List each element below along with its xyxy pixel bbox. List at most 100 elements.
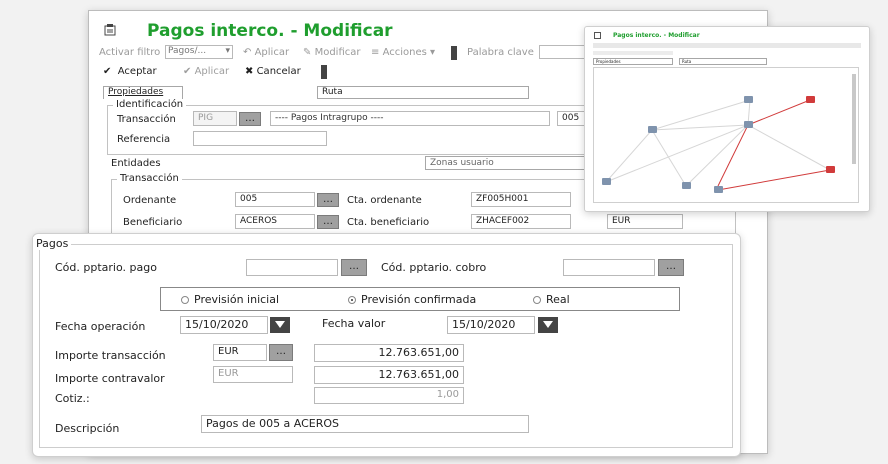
cod-pago-input[interactable] [246, 259, 338, 276]
toolbar-modificar-label: Modificar [314, 47, 361, 58]
fecha-valor-label: Fecha valor [322, 317, 386, 330]
route-node[interactable] [682, 182, 691, 189]
cod-pago-lookup-button[interactable]: … [341, 259, 367, 276]
tab-propiedades[interactable]: Propiedades [103, 86, 183, 99]
cod-pago-label: Cód. pptario. pago [55, 261, 157, 274]
cancelar-label: Cancelar [256, 66, 301, 77]
cta-ordenante-field[interactable]: ZF005H001 [471, 192, 571, 207]
entidades-transaccion-legend: Transacción [117, 173, 182, 184]
fecha-valor-dropdown-button[interactable] [538, 317, 558, 333]
aceptar-label: Aceptar [117, 66, 157, 77]
toolbar-aplicar-label: Aplicar [254, 47, 290, 58]
route-node[interactable] [714, 186, 723, 193]
radio-prevision-confirmada-label: Previsión confirmada [361, 293, 477, 306]
descripcion-input[interactable]: Pagos de 005 a ACEROS [201, 415, 529, 433]
pagos-panel: Pagos Cód. pptario. pago … Cód. pptario.… [32, 233, 741, 457]
tab-entidades[interactable]: Entidades [111, 158, 161, 169]
fecha-valor-input[interactable]: 15/10/2020 [447, 316, 535, 334]
importe-transaccion-input[interactable]: 12.763.651,00 [314, 344, 464, 362]
referencia-label: Referencia [117, 134, 171, 145]
route-node[interactable] [602, 178, 611, 185]
ordenante-label: Ordenante [123, 195, 177, 206]
radio-prevision-inicial-label: Previsión inicial [194, 293, 280, 306]
beneficiario-lookup-button[interactable]: … [317, 215, 339, 229]
toolbar-modificar-button[interactable]: ✎ Modificar [303, 47, 361, 58]
importe-contravalor-input[interactable]: 12.763.651,00 [314, 366, 464, 384]
ordenante-lookup-button[interactable]: … [317, 193, 339, 207]
cod-cobro-lookup-button[interactable]: … [658, 259, 684, 276]
cod-cobro-label: Cód. pptario. cobro [381, 261, 487, 274]
radio-prevision-confirmada-dot [348, 296, 356, 304]
radio-real-label: Real [546, 293, 570, 306]
thumbnail-action-bar [593, 51, 673, 55]
radio-prevision-inicial[interactable]: Previsión inicial [181, 293, 279, 306]
identificacion-legend: Identificación [113, 99, 187, 110]
cotiz-label: Cotiz.: [55, 392, 90, 405]
toolbar-overflow-handle[interactable] [451, 46, 457, 60]
filter-select[interactable]: Pagos/... ▾ [165, 45, 233, 59]
radio-real-dot [533, 296, 541, 304]
route-node[interactable] [744, 96, 753, 103]
currency-field: EUR [607, 214, 683, 229]
prevision-radio-group: Previsión inicial Previsión confirmada R… [160, 287, 680, 311]
route-node-destination[interactable] [806, 96, 815, 103]
fecha-operacion-dropdown-button[interactable] [270, 317, 290, 333]
radio-prevision-confirmada[interactable]: Previsión confirmada [348, 293, 476, 306]
importe-transaccion-currency-field[interactable]: EUR [213, 344, 267, 361]
fecha-operacion-input[interactable]: 15/10/2020 [180, 316, 268, 334]
cta-beneficiario-label: Cta. beneficiario [347, 217, 430, 228]
cod-cobro-input[interactable] [563, 259, 655, 276]
beneficiario-label: Beneficiario [123, 217, 183, 228]
aceptar-button[interactable]: ✔ Aceptar [103, 66, 157, 77]
transaccion-label: Transacción [117, 114, 176, 125]
app-icon [103, 23, 117, 37]
aplicar-label: Aplicar [194, 66, 230, 77]
filter-select-value: Pagos/... [168, 46, 207, 56]
palabra-clave-label: Palabra clave [467, 47, 534, 58]
page-title: Pagos interco. - Modificar [147, 21, 393, 41]
thumbnail-app-icon [594, 32, 601, 39]
beneficiario-field[interactable]: ACEROS [235, 214, 315, 229]
cancelar-button[interactable]: ✖ Cancelar [245, 66, 301, 77]
thumbnail-tab-propiedades[interactable]: Propiedades [593, 58, 673, 65]
check-icon: ✔ [103, 66, 112, 77]
toolbar-acciones-button[interactable]: ≡ Acciones ▾ [371, 47, 435, 58]
check-icon: ✔ [183, 66, 192, 77]
chevron-down-icon: ▾ [225, 46, 230, 56]
palabra-clave-input[interactable] [539, 45, 589, 59]
route-diagram-scrollbar[interactable] [852, 74, 856, 164]
transaccion-code-field[interactable]: PIG [193, 111, 237, 126]
radio-prevision-inicial-dot [181, 296, 189, 304]
cta-beneficiario-field[interactable]: ZHACEF002 [471, 214, 571, 229]
route-edges [605, 99, 831, 191]
tab-zonas-usuario[interactable]: Zonas usuario [425, 156, 605, 170]
transaccion-lookup-button[interactable]: … [239, 112, 261, 126]
fecha-operacion-label: Fecha operación [55, 320, 146, 333]
pencil-icon: ✎ [303, 47, 312, 58]
radio-real[interactable]: Real [533, 293, 570, 306]
thumbnail-tab-ruta[interactable]: Ruta [679, 58, 767, 65]
route-diagram[interactable] [593, 67, 859, 203]
filter-toolbar: Activar filtro Pagos/... ▾ ↶ Aplicar ✎ M… [99, 45, 589, 61]
toolbar-aplicar-button[interactable]: ↶ Aplicar [243, 47, 289, 58]
actions-overflow-handle[interactable] [321, 65, 327, 79]
thumbnail-toolbar [593, 43, 861, 48]
tab-ruta-label: Ruta [322, 87, 343, 97]
descripcion-label: Descripción [55, 422, 120, 435]
tab-ruta[interactable]: Ruta [317, 86, 529, 99]
toolbar-acciones-label: Acciones [382, 47, 427, 58]
thumbnail-tab-propiedades-label: Propiedades [596, 59, 621, 64]
importe-transaccion-currency-lookup-button[interactable]: … [269, 344, 293, 361]
cta-ordenante-label: Cta. ordenante [347, 195, 422, 206]
referencia-input[interactable] [193, 131, 327, 146]
importe-contravalor-label: Importe contravalor [55, 372, 165, 385]
route-node[interactable] [648, 126, 657, 133]
route-node[interactable] [744, 121, 753, 128]
list-icon: ≡ [371, 47, 380, 58]
tab-propiedades-label: Propiedades [108, 87, 164, 97]
tab-zonas-usuario-label: Zonas usuario [430, 158, 494, 168]
aplicar-button[interactable]: ✔ Aplicar [183, 66, 229, 77]
route-node-highlight[interactable] [826, 166, 835, 173]
importe-contravalor-currency-field: EUR [213, 366, 293, 383]
ordenante-field[interactable]: 005 [235, 192, 315, 207]
